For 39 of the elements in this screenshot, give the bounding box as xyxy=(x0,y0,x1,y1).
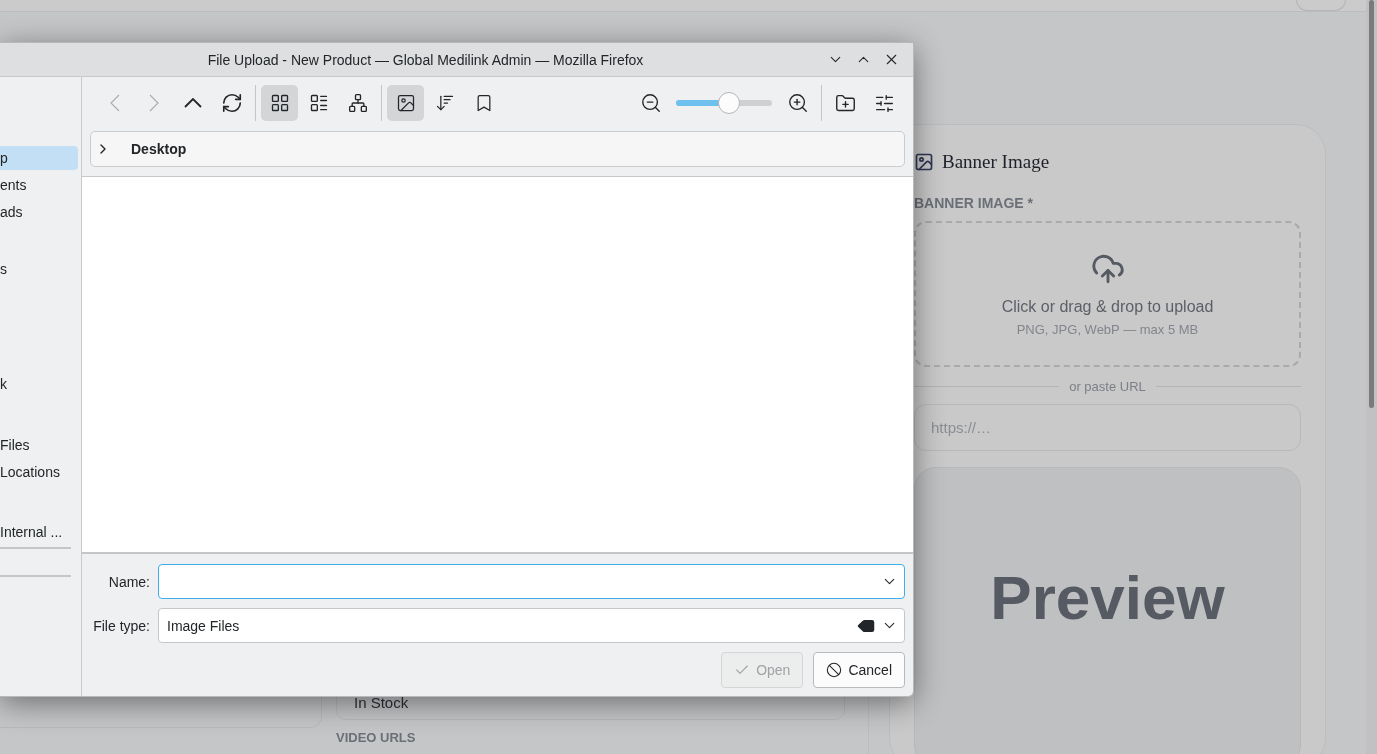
sidebar-item[interactable]: p xyxy=(0,146,78,170)
url-input[interactable]: https://… xyxy=(914,404,1301,451)
list-icon xyxy=(308,93,329,113)
sidebar-item[interactable]: k xyxy=(0,372,78,396)
stock-value: In Stock xyxy=(354,693,409,711)
cancel-icon xyxy=(826,662,843,678)
window-title: File Upload - New Product — Global Medilink Admin — Mozilla Firefox xyxy=(206,51,645,68)
name-field[interactable] xyxy=(158,564,905,599)
folder-plus-icon xyxy=(835,92,856,114)
sidebar-item[interactable]: s xyxy=(0,257,78,281)
video-urls-label: VIDEO URLS xyxy=(336,730,417,745)
sidebar-item[interactable]: ads xyxy=(0,200,78,224)
image-icon xyxy=(395,93,416,113)
file-type-label: File type: xyxy=(92,617,150,634)
scroll-thumb[interactable] xyxy=(1369,0,1374,408)
icon-view-button[interactable] xyxy=(261,85,298,121)
sliders-icon xyxy=(874,92,895,114)
preview-text: Preview xyxy=(990,561,1225,633)
zoom-out-icon xyxy=(639,92,662,114)
sort-icon xyxy=(434,93,455,113)
field-label: BANNER IMAGE * xyxy=(914,195,1034,211)
grid-icon xyxy=(269,93,290,113)
zoom-in-icon xyxy=(786,92,809,114)
name-label: Name: xyxy=(107,573,150,590)
breadcrumb-item: Desktop xyxy=(131,141,187,157)
hierarchy-icon xyxy=(347,93,368,113)
zoom-thumb[interactable] xyxy=(717,92,740,114)
file-type-combo[interactable]: Image Files xyxy=(158,608,905,643)
image-icon xyxy=(914,152,934,172)
dropzone-hint: PNG, JPG, WebP — max 5 MB xyxy=(1016,321,1199,337)
divider-text: or paste URL xyxy=(1069,379,1146,394)
card-title: Banner Image xyxy=(942,151,1050,173)
cancel-button[interactable]: Cancel xyxy=(813,652,905,688)
preview-toggle-button[interactable] xyxy=(387,85,424,121)
sidebar-item[interactable]: ents xyxy=(0,173,78,197)
sidebar-item[interactable]: Internal ... xyxy=(0,520,78,544)
dropzone-text: Click or drag & drop to upload xyxy=(1001,297,1214,316)
sidebar-item[interactable]: Files xyxy=(0,433,78,457)
sidebar-item[interactable]: Locations xyxy=(0,460,78,484)
